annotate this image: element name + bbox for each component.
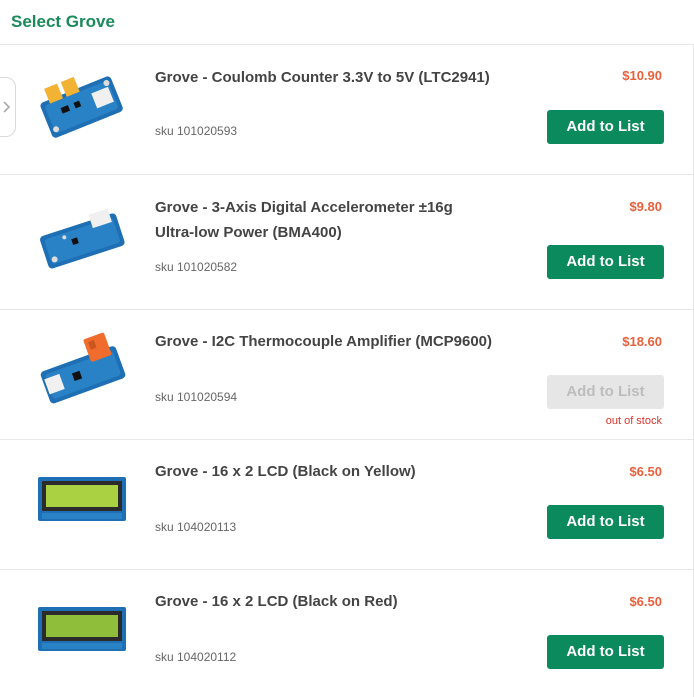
add-to-list-button[interactable]: Add to List (547, 635, 664, 669)
side-collapse-tab[interactable] (0, 77, 16, 137)
product-sku: sku 101020593 (155, 124, 238, 138)
product-price: $10.90 (622, 68, 662, 83)
product-row: Grove - 16 x 2 LCD (Black on Red) sku 10… (0, 570, 693, 697)
product-image (40, 332, 126, 404)
product-image (40, 76, 123, 138)
product-row: Grove - 16 x 2 LCD (Black on Yellow) sku… (0, 440, 693, 570)
chevron-right-icon (3, 101, 11, 113)
add-to-list-button-disabled: Add to List (547, 375, 664, 409)
product-name[interactable]: Grove - Coulomb Counter 3.3V to 5V (LTC2… (155, 65, 495, 90)
product-price: $6.50 (629, 464, 662, 479)
product-row: Grove - I2C Thermocouple Amplifier (MCP9… (0, 310, 693, 440)
product-image (40, 208, 125, 269)
add-to-list-button[interactable]: Add to List (547, 110, 664, 144)
product-sku: sku 101020582 (155, 260, 238, 274)
product-sku: sku 104020113 (155, 520, 237, 534)
product-name[interactable]: Grove - I2C Thermocouple Amplifier (MCP9… (155, 329, 495, 354)
product-price: $18.60 (622, 334, 662, 349)
add-to-list-button[interactable]: Add to List (547, 245, 664, 279)
product-image (38, 477, 126, 521)
product-sku: sku 104020112 (155, 650, 237, 664)
product-price: $9.80 (629, 199, 662, 214)
product-name[interactable]: Grove - 16 x 2 LCD (Black on Red) (155, 589, 495, 614)
page-header: Select Grove (0, 0, 694, 45)
product-row: Grove - 3-Axis Digital Accelerometer ±16… (0, 175, 693, 310)
product-sku: sku 101020594 (155, 390, 238, 404)
product-price: $6.50 (629, 594, 662, 609)
product-name[interactable]: Grove - 3-Axis Digital Accelerometer ±16… (155, 195, 495, 245)
add-to-list-button[interactable]: Add to List (547, 505, 664, 539)
product-row: Grove - Coulomb Counter 3.3V to 5V (LTC2… (0, 45, 693, 175)
product-name[interactable]: Grove - 16 x 2 LCD (Black on Yellow) (155, 459, 495, 484)
out-of-stock-label: out of stock (605, 415, 662, 427)
page-title: Select Grove (11, 12, 115, 31)
product-image (38, 607, 126, 651)
